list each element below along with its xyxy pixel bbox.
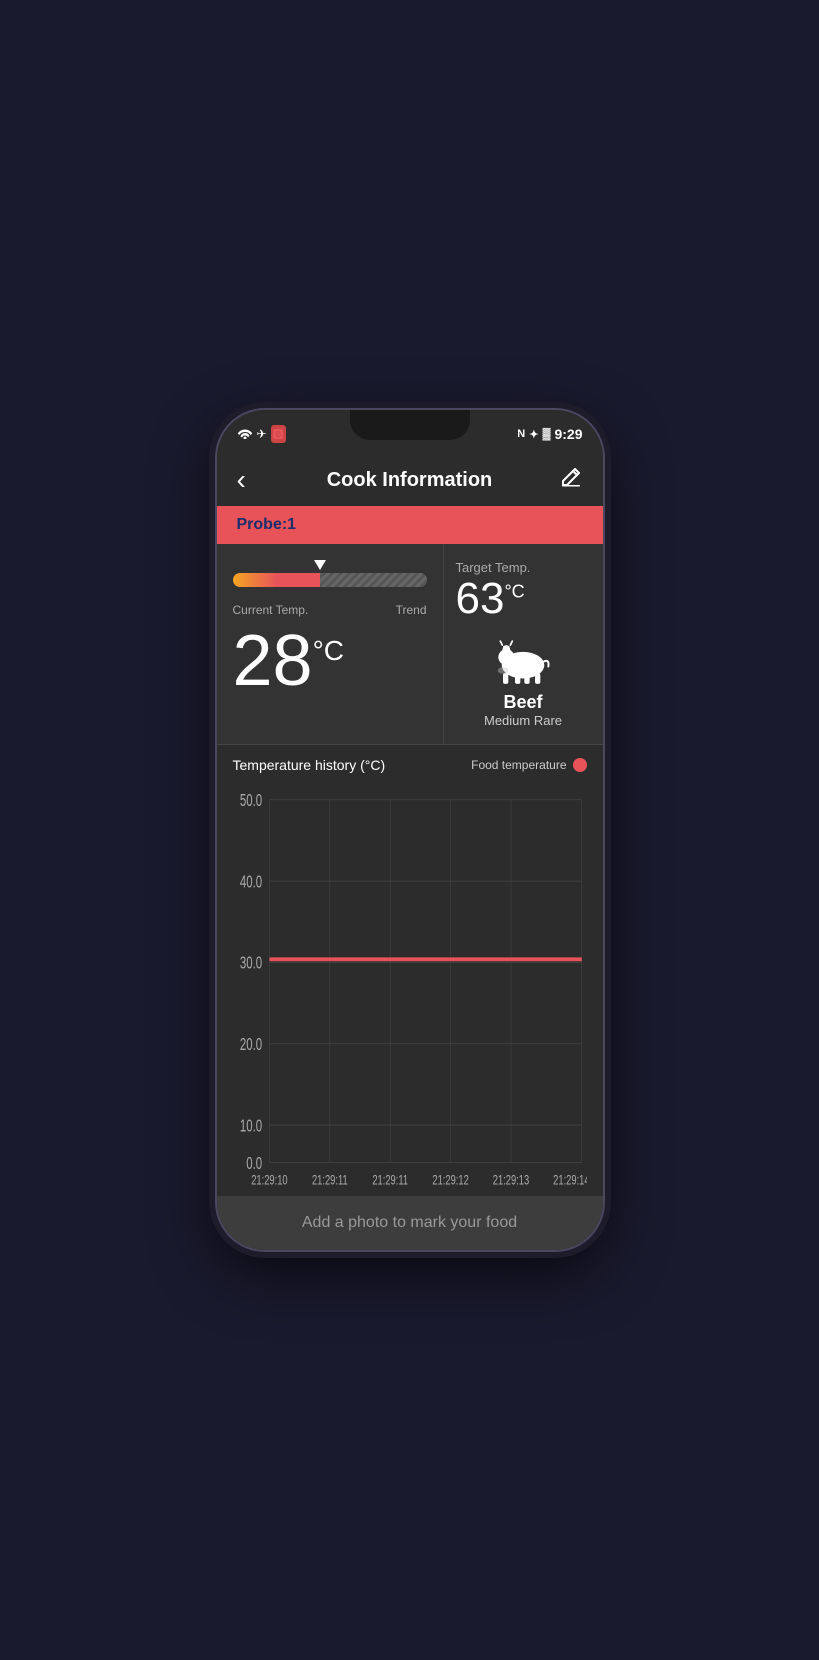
add-photo-label: Add a photo to mark your food: [302, 1214, 517, 1231]
target-temp-unit: °C: [504, 581, 524, 601]
status-right: N ✦ ▓ 9:29: [517, 426, 582, 442]
svg-text:21:29:14: 21:29:14: [553, 1172, 587, 1188]
app-header: ‹ Cook Information: [217, 454, 603, 506]
chart-svg: 50.0 40.0 30.0 20.0 10.0 0.0: [233, 781, 587, 1188]
target-temp-label: Target Temp.: [456, 560, 531, 575]
current-temp-panel: Current Temp. Trend 28°C: [217, 544, 443, 744]
nfc-icon: N: [517, 428, 525, 440]
phone-screen: ✈ 🅱 N ✦ ▓ 9:29 ‹ Cook Information: [217, 410, 603, 1250]
page-title: Cook Information: [327, 469, 493, 492]
cow-icon: [483, 631, 563, 686]
edit-button[interactable]: [550, 466, 582, 494]
legend-dot: [573, 758, 587, 772]
notch: [350, 410, 470, 440]
gauge-bar-empty: [320, 573, 427, 587]
app-icon: 🅱: [271, 425, 286, 443]
legend-label: Food temperature: [471, 758, 566, 772]
current-temp-label: Current Temp.: [233, 603, 309, 617]
bluetooth-icon: ✦: [529, 428, 538, 441]
svg-text:10.0: 10.0: [239, 1118, 261, 1137]
status-left: ✈ 🅱: [237, 425, 286, 443]
temp-number: 28: [233, 621, 313, 701]
temp-gauge: [233, 560, 427, 587]
target-panel: Target Temp. 63°C: [443, 544, 603, 744]
chart-title: Temperature history (°C): [233, 757, 386, 773]
gauge-bar: [233, 573, 427, 587]
svg-text:21:29:10: 21:29:10: [251, 1172, 288, 1188]
target-temp-number: 63: [456, 574, 505, 623]
back-button[interactable]: ‹: [237, 464, 269, 496]
svg-text:21:29:11: 21:29:11: [311, 1172, 347, 1188]
airplane-icon: ✈: [257, 427, 267, 441]
scroll-content: Current Temp. Trend 28°C Target Temp. 63…: [217, 544, 603, 1250]
svg-text:30.0: 30.0: [239, 955, 261, 974]
svg-text:40.0: 40.0: [239, 874, 261, 893]
svg-text:20.0: 20.0: [239, 1036, 261, 1055]
probe-banner: Probe:1: [217, 506, 603, 544]
chart-legend: Food temperature: [471, 758, 586, 772]
chart-section: Temperature history (°C) Food temperatur…: [217, 745, 603, 1196]
target-temp-value: 63°C: [456, 575, 525, 623]
wifi-icon: [237, 427, 253, 442]
trend-label: Trend: [396, 603, 427, 617]
food-doneness: Medium Rare: [484, 713, 562, 728]
probe-label: Probe:1: [237, 516, 297, 533]
add-photo-button[interactable]: Add a photo to mark your food: [217, 1196, 603, 1250]
chart-header: Temperature history (°C) Food temperatur…: [233, 757, 587, 773]
svg-text:50.0: 50.0: [239, 792, 261, 811]
svg-text:21:29:13: 21:29:13: [492, 1172, 529, 1188]
svg-text:21:29:12: 21:29:12: [432, 1172, 469, 1188]
gauge-arrow: [314, 560, 326, 570]
phone-frame: ✈ 🅱 N ✦ ▓ 9:29 ‹ Cook Information: [215, 408, 605, 1252]
temp-labels: Current Temp. Trend: [233, 603, 427, 617]
current-temp-value: 28°C: [233, 625, 345, 697]
temp-unit: °C: [313, 635, 344, 666]
time-display: 9:29: [554, 426, 582, 442]
chart-area: 50.0 40.0 30.0 20.0 10.0 0.0: [233, 781, 587, 1188]
food-type: Beef: [503, 692, 542, 713]
svg-text:21:29:11: 21:29:11: [372, 1172, 408, 1188]
info-section: Current Temp. Trend 28°C Target Temp. 63…: [217, 544, 603, 745]
battery-icon: ▓: [542, 428, 550, 440]
